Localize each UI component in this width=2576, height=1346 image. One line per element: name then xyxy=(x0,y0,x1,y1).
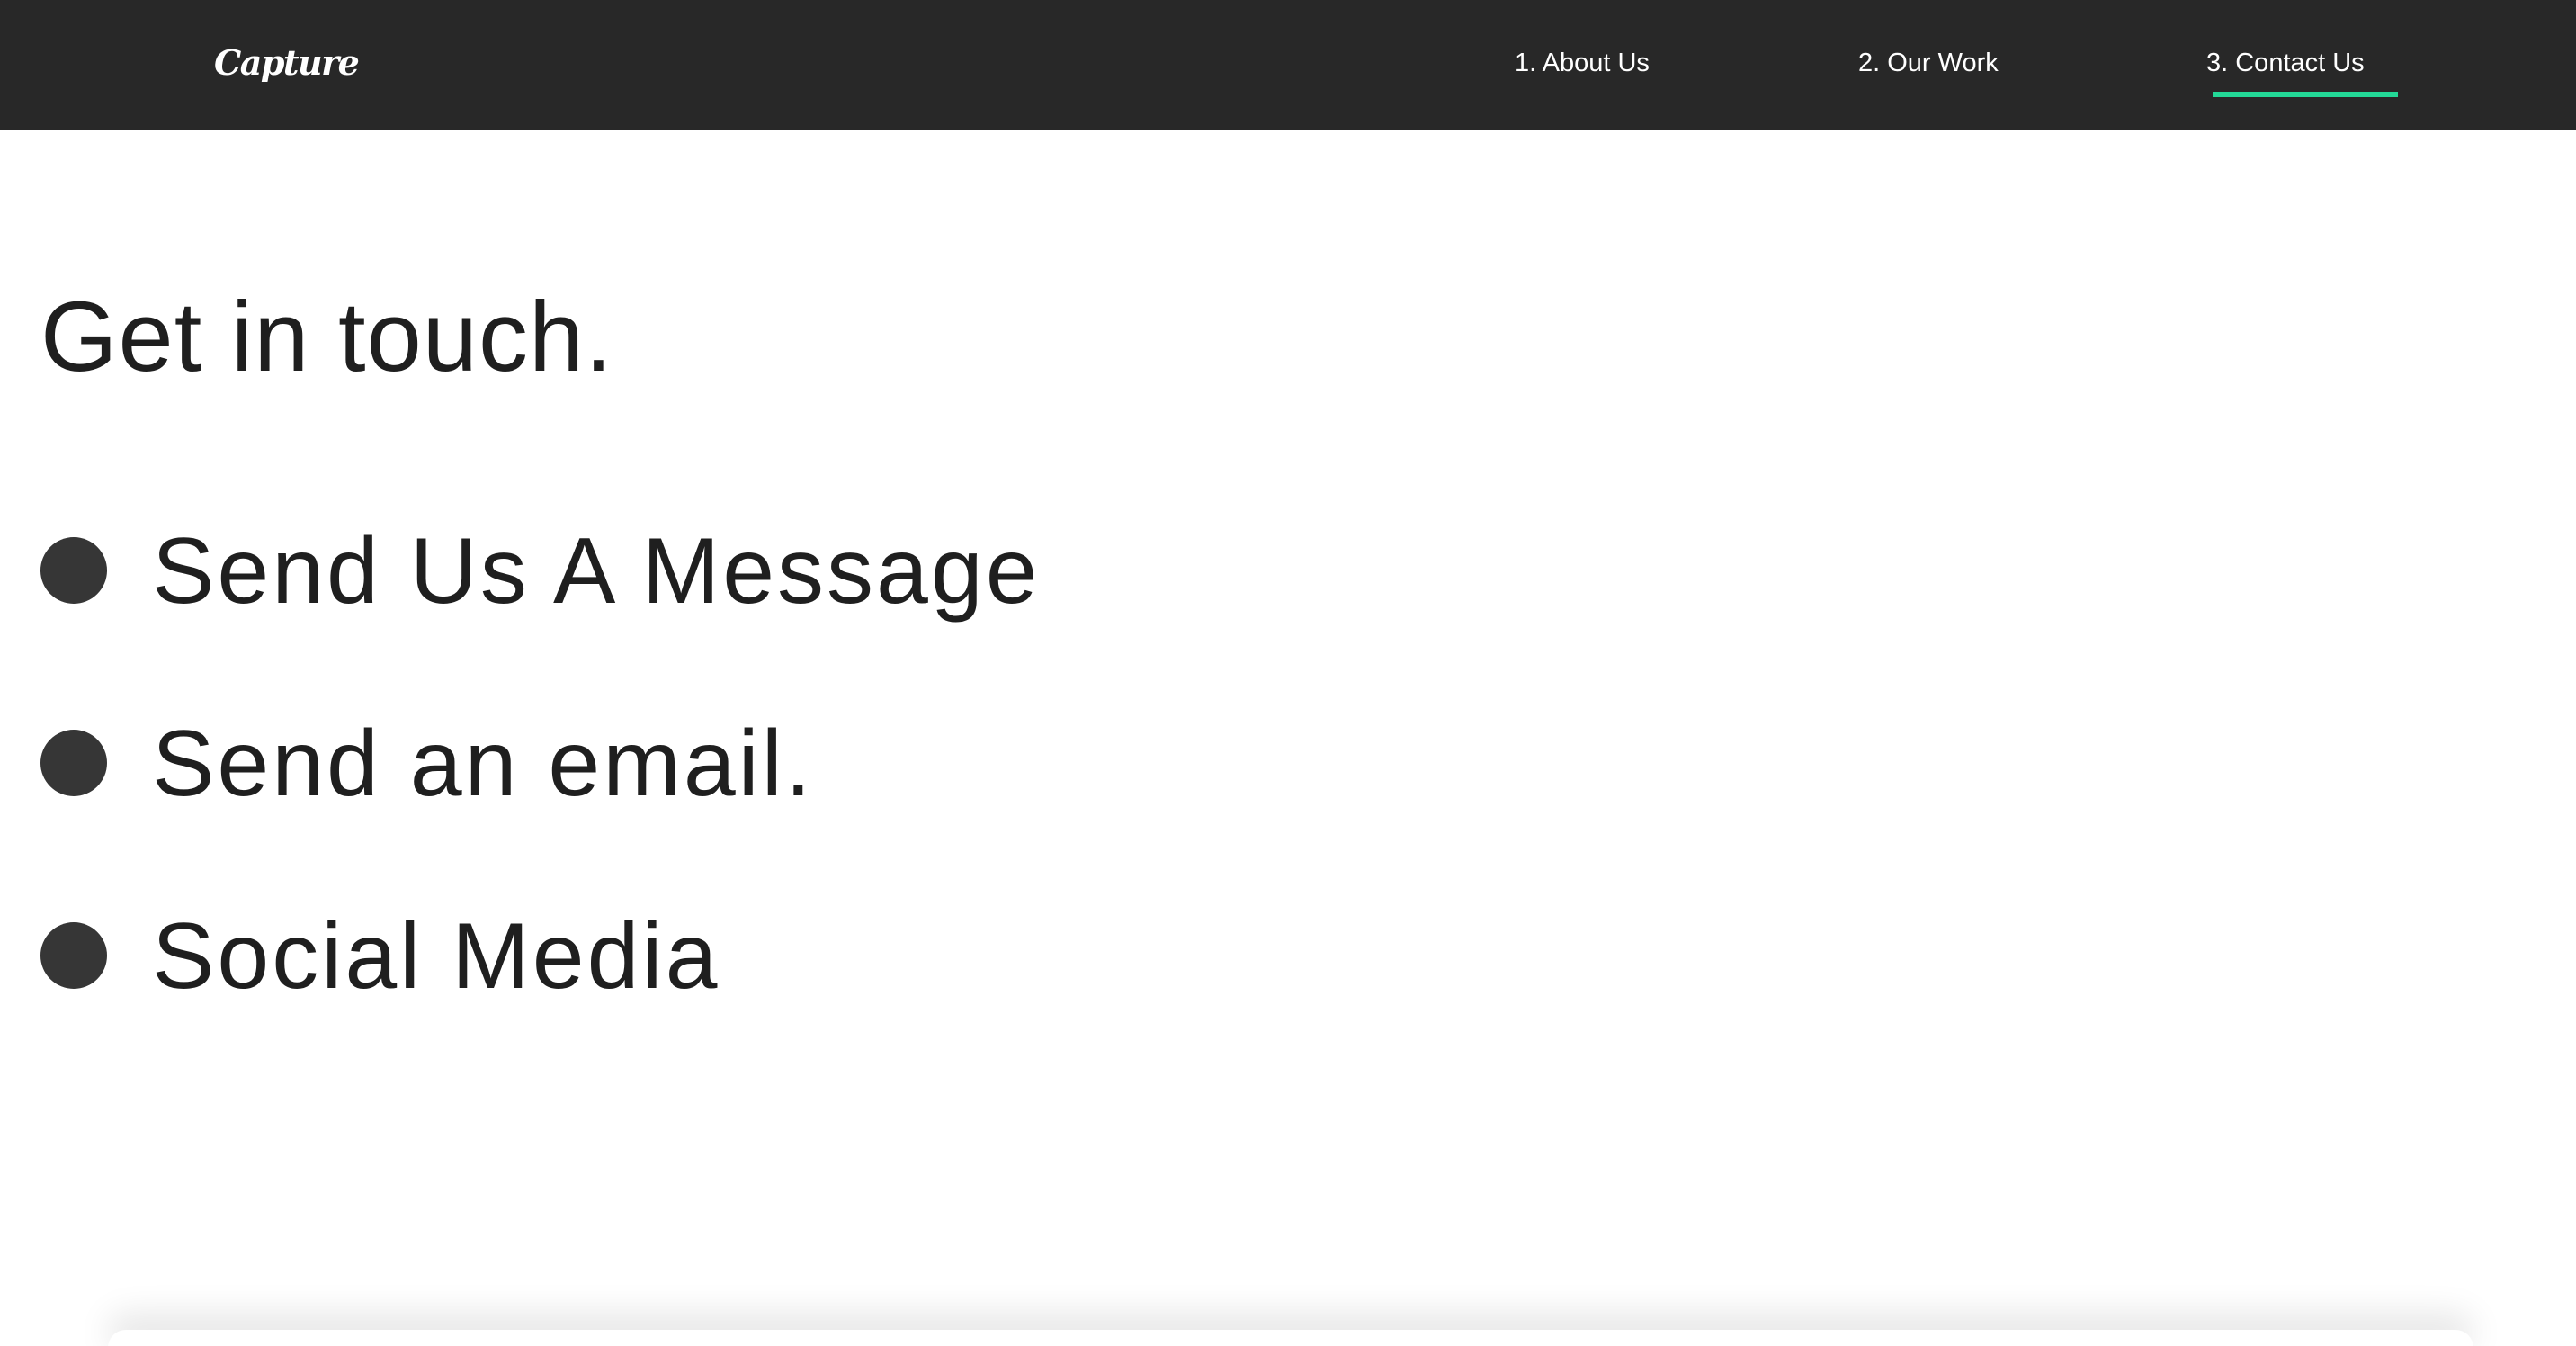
bottom-card-shadow xyxy=(108,1330,2473,1346)
nav-link-contact-us[interactable]: 3. Contact Us xyxy=(2206,43,2365,83)
nav-link-about-us[interactable]: 1. About Us xyxy=(1515,43,1650,83)
top-navbar: Capture 1. About Us 2. Our Work 3. Conta… xyxy=(0,0,2576,130)
contact-option-message[interactable]: Send Us A Message xyxy=(40,508,1300,634)
page-title: Get in touch. xyxy=(40,282,613,392)
contact-option-social-media[interactable]: Social Media xyxy=(40,893,1300,1019)
contact-option-label: Send Us A Message xyxy=(152,519,1041,624)
contact-page: Capture 1. About Us 2. Our Work 3. Conta… xyxy=(0,0,2576,1346)
circle-bullet-icon xyxy=(40,922,107,989)
contact-option-email[interactable]: Send an email. xyxy=(40,701,1300,827)
contact-option-label: Send an email. xyxy=(152,712,814,816)
circle-bullet-icon xyxy=(40,537,107,604)
circle-bullet-icon xyxy=(40,730,107,796)
nav-link-our-work[interactable]: 2. Our Work xyxy=(1858,43,1999,83)
contact-option-label: Social Media xyxy=(152,904,720,1009)
active-nav-underline xyxy=(2213,92,2398,97)
site-logo[interactable]: Capture xyxy=(214,38,360,88)
